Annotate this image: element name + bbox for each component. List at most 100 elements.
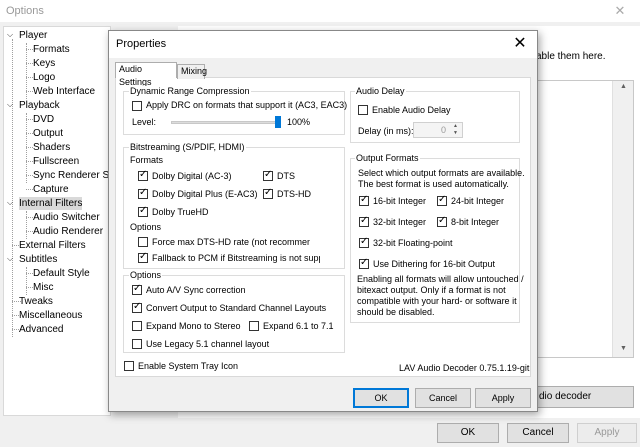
drc-level-slider[interactable]	[171, 121, 281, 124]
expand-61-checkbox[interactable]	[249, 321, 259, 331]
tree-item-default-style[interactable]: Default Style	[33, 267, 90, 280]
tab-audio-settings[interactable]: Audio Settings	[115, 62, 177, 87]
tree-item-keys[interactable]: Keys	[33, 57, 55, 70]
tree-line	[26, 189, 33, 190]
audio-decoder-button[interactable]: dio decoder	[524, 386, 634, 408]
tree-item-dvd[interactable]: DVD	[33, 113, 54, 126]
tree-item-logo[interactable]: Logo	[33, 71, 55, 84]
tree-line	[26, 217, 33, 218]
eac3-label: Dolby Digital Plus (E-AC3)	[152, 189, 258, 199]
tree-line	[26, 63, 33, 64]
tree-item-external-filters[interactable]: External Filters	[19, 239, 86, 252]
spin-up-icon[interactable]: ▲	[450, 123, 461, 130]
dts-checkbox[interactable]	[263, 169, 273, 181]
scroll-up-icon[interactable]: ▲	[613, 83, 634, 90]
options-close-icon[interactable]: ✕	[606, 2, 634, 20]
options-tree[interactable]: ⌵ Player Formats Keys Logo Web Interface…	[3, 26, 111, 416]
tree-line	[26, 147, 33, 148]
options-titlebar: Options	[0, 0, 640, 22]
drc-level-value: 100%	[287, 117, 311, 127]
legacy-51-label: Use Legacy 5.1 channel layout	[146, 339, 270, 349]
tree-item-audio-renderer[interactable]: Audio Renderer	[33, 225, 103, 238]
tree-item-player[interactable]: Player	[19, 29, 47, 42]
tree-item-playback[interactable]: Playback	[19, 99, 60, 112]
int8-checkbox[interactable]	[437, 215, 447, 227]
ok-button[interactable]: OK	[353, 388, 409, 408]
force-dtshd-checkbox[interactable]	[138, 237, 148, 247]
tree-item-fullscreen[interactable]: Fullscreen	[33, 155, 79, 168]
close-icon[interactable]: ✕	[509, 34, 531, 54]
tree-line	[26, 231, 33, 232]
int32-label: 32-bit Integer	[373, 217, 427, 227]
eac3-checkbox[interactable]	[138, 187, 148, 199]
chevron-down-icon[interactable]: ⌵	[7, 254, 13, 264]
output-note-line4: should be disabled.	[357, 307, 435, 317]
dither-checkbox[interactable]	[359, 257, 369, 269]
tree-item-formats[interactable]: Formats	[33, 43, 70, 56]
convert-layouts-checkbox[interactable]	[132, 301, 142, 313]
tree-item-web-interface[interactable]: Web Interface	[33, 85, 95, 98]
fallback-pcm-checkbox[interactable]	[138, 251, 148, 263]
tree-line	[12, 39, 13, 337]
options-ok-button[interactable]: OK	[437, 423, 499, 443]
drc-group	[123, 91, 345, 135]
tree-item-misc[interactable]: Misc	[33, 281, 54, 294]
tree-line	[26, 175, 33, 176]
filter-list-scrollbar[interactable]: ▲ ▼	[612, 81, 633, 357]
tree-item-output[interactable]: Output	[33, 127, 63, 140]
apply-button[interactable]: Apply	[475, 388, 531, 408]
output-note-line3: compatible with your hard- or software i…	[357, 296, 517, 306]
options-apply-button[interactable]: Apply	[577, 423, 637, 443]
delay-spinner[interactable]: 0 ▲ ▼	[413, 122, 463, 138]
expand-mono-checkbox[interactable]	[132, 321, 142, 331]
drc-level-label: Level:	[132, 117, 157, 127]
tree-item-shaders[interactable]: Shaders	[33, 141, 70, 154]
chevron-down-icon[interactable]: ⌵	[7, 30, 13, 40]
legacy-51-checkbox[interactable]	[132, 339, 142, 349]
int24-checkbox[interactable]	[437, 194, 447, 206]
delay-ms-label: Delay (in ms):	[358, 126, 414, 136]
tree-item-sync-renderer[interactable]: Sync Renderer Set	[33, 169, 110, 182]
chevron-down-icon[interactable]: ⌵	[7, 198, 13, 208]
tree-line	[26, 161, 33, 162]
spin-down-icon[interactable]: ▼	[450, 130, 461, 137]
enable-delay-checkbox[interactable]	[358, 105, 368, 115]
chevron-down-icon[interactable]: ⌵	[7, 100, 13, 110]
tab-mixing[interactable]: Mixing	[177, 64, 207, 79]
int8-label: 8-bit Integer	[451, 217, 500, 227]
dialog-titlebar: Properties ✕	[109, 31, 537, 58]
dtshd-checkbox[interactable]	[263, 187, 273, 199]
cancel-button[interactable]: Cancel	[415, 388, 471, 408]
audio-delay-group-label: Audio Delay	[355, 86, 406, 96]
tree-item-subtitles[interactable]: Subtitles	[19, 253, 57, 266]
float32-label: 32-bit Floating-point	[373, 238, 453, 248]
int16-label: 16-bit Integer	[373, 196, 427, 206]
tree-item-audio-switcher[interactable]: Audio Switcher	[33, 211, 100, 224]
truehd-checkbox[interactable]	[138, 205, 148, 217]
expand-61-label: Expand 6.1 to 7.1	[263, 321, 334, 331]
av-sync-label: Auto A/V Sync correction	[146, 285, 246, 295]
drc-level-slider-thumb[interactable]	[275, 116, 281, 128]
int16-checkbox[interactable]	[359, 194, 369, 206]
tree-item-internal-filters[interactable]: Internal Filters	[19, 197, 83, 210]
tree-line	[26, 113, 27, 183]
output-desc-line1: Select which output formats are availabl…	[358, 168, 525, 178]
output-desc-line2: The best format is used automatically.	[358, 179, 509, 189]
output-formats-group-label: Output Formats	[355, 153, 420, 163]
float32-checkbox[interactable]	[359, 236, 369, 248]
av-sync-checkbox[interactable]	[132, 283, 142, 295]
version-label: LAV Audio Decoder 0.75.1.19-git	[399, 363, 530, 373]
tree-item-miscellaneous[interactable]: Miscellaneous	[19, 309, 82, 322]
drc-group-label: Dynamic Range Compression	[129, 86, 251, 96]
tray-icon-checkbox[interactable]	[124, 361, 134, 371]
scroll-down-icon[interactable]: ▼	[613, 345, 634, 352]
options-window-title: Options	[6, 5, 44, 17]
ac3-checkbox[interactable]	[138, 169, 148, 181]
tree-item-tweaks[interactable]: Tweaks	[19, 295, 53, 308]
apply-drc-checkbox[interactable]	[132, 101, 142, 111]
convert-layouts-label: Convert Output to Standard Channel Layou…	[146, 303, 327, 313]
tree-item-advanced[interactable]: Advanced	[19, 323, 63, 336]
int32-checkbox[interactable]	[359, 215, 369, 227]
tree-item-capture[interactable]: Capture	[33, 183, 69, 196]
options-cancel-button[interactable]: Cancel	[507, 423, 569, 443]
